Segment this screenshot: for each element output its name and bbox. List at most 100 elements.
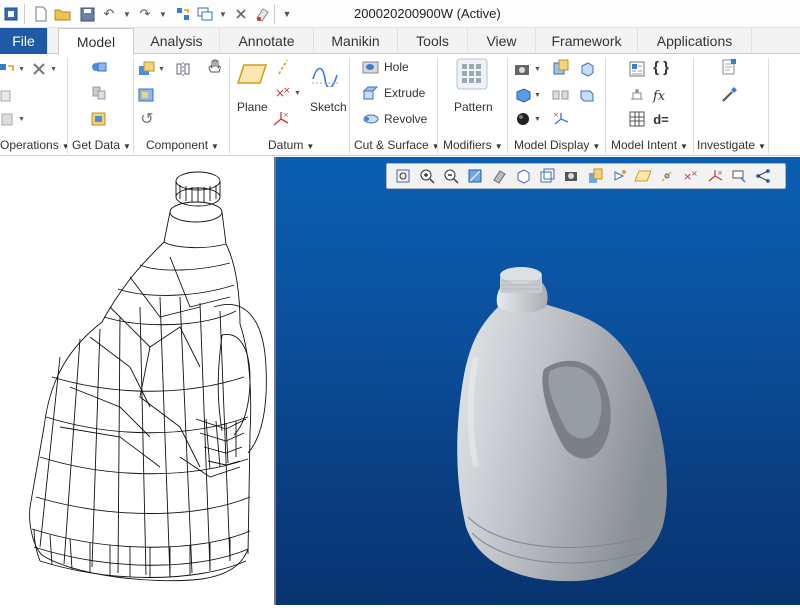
paint-icon[interactable] <box>254 5 272 23</box>
tab-tools[interactable]: Tools <box>398 28 468 54</box>
manage-views-button[interactable]: ▼ <box>514 60 541 78</box>
extrude-button[interactable]: Extrude <box>362 84 425 102</box>
point-icon: × × <box>274 84 292 102</box>
undo-dropdown-icon[interactable]: ▼ <box>118 5 136 23</box>
window-title: 200020200900W (Active) <box>354 6 501 21</box>
group-label-model-intent[interactable]: Model Intent ▼ <box>611 138 688 152</box>
windows-icon[interactable] <box>196 5 214 23</box>
open-icon[interactable] <box>54 5 72 23</box>
copy-icon <box>0 86 16 104</box>
ribbon-tab-bar: File Model Analysis Annotate Manikin Too… <box>0 28 800 55</box>
display-settings-button[interactable]: × <box>552 110 570 128</box>
operations-paste-button[interactable]: ▼ <box>0 110 25 128</box>
sketch-icon <box>310 60 340 88</box>
parameters-button[interactable]: { } <box>652 58 670 76</box>
relations-icon: d= <box>653 111 669 127</box>
group-label-investigate[interactable]: Investigate ▼ <box>697 138 766 152</box>
group-label-text: Component <box>146 138 209 152</box>
group-label-get-data[interactable]: Get Data ▼ <box>72 138 131 152</box>
family-table-button[interactable] <box>628 60 646 78</box>
app-icon[interactable] <box>2 5 20 23</box>
pattern-icon <box>456 58 488 90</box>
separator <box>274 4 275 24</box>
mirror-component-button[interactable] <box>174 60 192 78</box>
explode-icon <box>552 86 570 104</box>
operations-regenerate-button[interactable]: ▼ <box>0 60 25 78</box>
sketch-button[interactable] <box>310 60 340 88</box>
create-component-icon <box>138 86 156 104</box>
relations-table-button[interactable]: fx <box>652 86 670 104</box>
tab-model[interactable]: Model <box>58 28 134 55</box>
appearance-button[interactable] <box>578 60 596 78</box>
display-style-button[interactable]: ▼ <box>514 86 541 104</box>
reference-viewer-button[interactable] <box>720 58 738 76</box>
section-button[interactable] <box>552 58 570 76</box>
failure-diagnostics-button[interactable] <box>720 86 738 104</box>
tab-manikin[interactable]: Manikin <box>314 28 398 54</box>
user-defined-feature-button[interactable] <box>90 58 108 76</box>
chevron-down-icon: ▼ <box>534 91 541 99</box>
redo-dropdown-icon[interactable]: ▼ <box>154 5 172 23</box>
customize-icon[interactable]: ▼ <box>278 5 296 23</box>
chevron-down-icon: ▼ <box>431 142 440 151</box>
point-button[interactable]: × × ▼ <box>274 84 301 102</box>
windows-dropdown-icon[interactable]: ▼ <box>214 5 232 23</box>
group-separator <box>605 58 606 154</box>
section-icon <box>552 58 570 76</box>
tab-applications[interactable]: Applications <box>638 28 752 54</box>
tab-file[interactable]: File <box>0 28 48 54</box>
separator <box>24 4 25 24</box>
shaded-viewport[interactable]: × × × <box>276 157 800 605</box>
group-label-datum[interactable]: Datum ▼ <box>268 138 314 152</box>
group-label-cut-surface[interactable]: Cut & Surface ▼ <box>354 138 440 152</box>
close-window-icon[interactable] <box>232 5 250 23</box>
explode-button[interactable] <box>552 86 570 104</box>
axis-icon <box>274 58 292 76</box>
new-icon[interactable] <box>32 5 50 23</box>
group-separator <box>768 58 769 154</box>
tab-view[interactable]: View <box>468 28 536 54</box>
perspective-button[interactable] <box>578 86 596 104</box>
group-label-model-display[interactable]: Model Display ▼ <box>514 138 600 152</box>
program-button[interactable] <box>628 110 646 128</box>
chevron-down-icon: ▼ <box>211 142 219 151</box>
group-label-operations[interactable]: Operations ▼ <box>0 138 70 152</box>
pattern-button[interactable] <box>456 58 488 90</box>
group-label-text: Get Data <box>72 138 121 152</box>
regenerate-icon[interactable] <box>174 5 192 23</box>
drag-components-button[interactable] <box>206 58 224 76</box>
hole-button[interactable]: Hole <box>362 58 409 76</box>
group-label-component[interactable]: Component ▼ <box>146 138 219 152</box>
wireframe-bottle-model <box>29 171 267 582</box>
tab-analysis[interactable]: Analysis <box>134 28 220 54</box>
shrinkwrap-button[interactable] <box>90 110 108 128</box>
shaded-bottle-model <box>457 267 667 582</box>
paste-icon <box>0 110 16 128</box>
tab-annotate[interactable]: Annotate <box>220 28 314 54</box>
create-component-button[interactable] <box>138 86 156 104</box>
group-label-modifiers[interactable]: Modifiers ▼ <box>443 138 503 152</box>
relations-button[interactable]: d= <box>652 110 670 128</box>
group-label-text: Cut & Surface <box>354 138 429 152</box>
group-separator <box>349 58 350 154</box>
plane-button[interactable] <box>236 60 268 88</box>
assemble-button[interactable]: ▼ <box>138 60 165 78</box>
wireframe-viewport[interactable] <box>0 157 276 605</box>
undo-icon[interactable]: ↶ <box>100 5 118 23</box>
group-label-text: Operations <box>0 138 59 152</box>
save-icon[interactable] <box>78 5 96 23</box>
coordinate-system-button[interactable]: × <box>272 110 290 128</box>
operations-copy-button[interactable] <box>0 86 16 104</box>
axis-button[interactable] <box>274 58 292 76</box>
delete-icon <box>30 60 48 78</box>
scene-button[interactable]: ▼ <box>514 110 541 128</box>
csys-display-icon: × <box>552 110 570 128</box>
redo-icon[interactable]: ↷ <box>136 5 154 23</box>
regenerate-component-button[interactable]: ↺ <box>138 110 156 128</box>
tab-framework[interactable]: Framework <box>536 28 638 54</box>
operations-delete-button[interactable]: ▼ <box>30 60 57 78</box>
revolve-button[interactable]: Revolve <box>362 110 427 128</box>
switch-dimensions-button[interactable] <box>628 86 646 104</box>
group-label-text: Datum <box>268 138 304 152</box>
copy-geometry-button[interactable] <box>90 84 108 102</box>
